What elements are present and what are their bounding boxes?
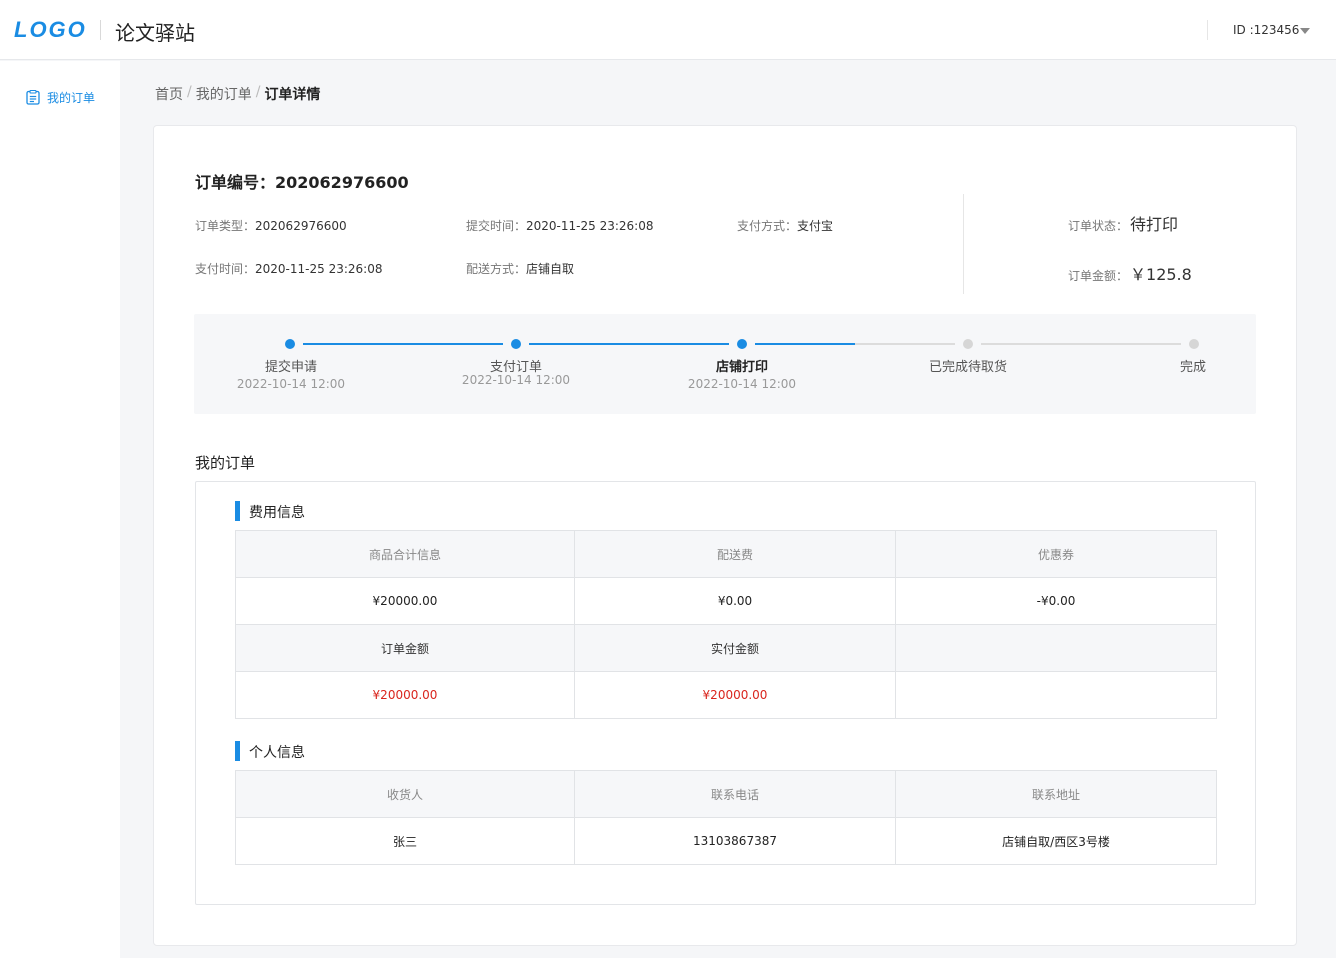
info-divider: [963, 194, 964, 294]
order-detail-card: 订单编号：202062976600 订单类型：202062976600 提交时间…: [153, 125, 1297, 946]
submit-time: 提交时间：2020-11-25 23:26:08: [466, 217, 653, 234]
order-number: 订单编号：202062976600: [195, 169, 409, 193]
table-header: 配送费: [574, 530, 896, 578]
breadcrumb-separator: /: [255, 84, 261, 100]
order-status-label: 订单状态：: [1068, 219, 1129, 233]
logo-divider: [100, 20, 101, 40]
table-cell: 13103867387: [574, 817, 896, 865]
step-label-await-pickup: 已完成待取货: [928, 360, 1008, 375]
pay-time-label: 支付时间：: [195, 262, 256, 276]
step-time-submit: 2022-10-14 12:00: [236, 377, 346, 391]
personal-info-title: 个人信息: [235, 741, 305, 762]
table-header: 订单金额: [235, 624, 575, 672]
table-row: ¥20000.00 ¥0.00 -¥0.00: [235, 577, 1217, 625]
submit-time-value: 2020-11-25 23:26:08: [526, 219, 654, 233]
table-row: 收货人 联系电话 联系地址: [235, 770, 1217, 818]
breadcrumb-my-orders[interactable]: 我的订单: [196, 84, 252, 104]
step-connector: [303, 343, 503, 345]
table-cell: ¥20000.00: [235, 671, 575, 719]
step-connector: [755, 343, 855, 345]
pay-method: 支付方式：支付宝: [737, 217, 833, 234]
step-dot: [1189, 339, 1199, 349]
breadcrumb-home[interactable]: 首页: [155, 84, 183, 104]
delivery-value: 店铺自取: [526, 262, 575, 276]
order-info-panel: 费用信息 商品合计信息 配送费 优惠券 ¥20000.00 ¥0.00 -¥0.…: [195, 481, 1256, 905]
order-type: 订单类型：202062976600: [195, 217, 347, 234]
fee-table: 商品合计信息 配送费 优惠券 ¥20000.00 ¥0.00 -¥0.00 订单…: [235, 530, 1217, 719]
pay-time-value: 2020-11-25 23:26:08: [255, 262, 383, 276]
table-header: 商品合计信息: [235, 530, 575, 578]
delivery-label: 配送方式：: [466, 262, 527, 276]
table-header: 收货人: [235, 770, 575, 818]
step-dot: [963, 339, 973, 349]
table-cell: ¥20000.00: [235, 577, 575, 625]
section-title: 我的订单: [195, 454, 256, 472]
table-header: [895, 624, 1217, 672]
order-amount-label: 订单金额：: [1068, 269, 1129, 283]
step-connector: [529, 343, 729, 345]
table-header: 实付金额: [574, 624, 896, 672]
order-amount-value: ￥125.8: [1130, 265, 1192, 284]
table-header: 联系地址: [895, 770, 1217, 818]
step-label-submit: 提交申请: [264, 360, 318, 375]
breadcrumb-separator: /: [187, 84, 192, 100]
table-header: 优惠券: [895, 530, 1217, 578]
order-list-icon: [26, 90, 40, 105]
site-title: 论文驿站: [115, 21, 195, 45]
table-cell: -¥0.00: [895, 577, 1217, 625]
logo[interactable]: LOGO: [14, 17, 87, 43]
table-row: ¥20000.00 ¥20000.00: [235, 671, 1217, 719]
order-type-value: 202062976600: [255, 219, 347, 233]
breadcrumb: 首页 / 我的订单 / 订单详情: [155, 84, 320, 104]
table-cell: 店铺自取/西区3号楼: [895, 817, 1217, 865]
pay-method-value: 支付宝: [797, 219, 834, 233]
submit-time-label: 提交时间：: [466, 219, 527, 233]
step-dot: [285, 339, 295, 349]
header-divider: [1207, 20, 1208, 40]
step-label-complete: 完成: [1179, 360, 1207, 375]
step-time-pay: 2022-10-14 12:00: [461, 373, 571, 387]
table-row: 张三 13103867387 店铺自取/西区3号楼: [235, 817, 1217, 865]
table-header: 联系电话: [574, 770, 896, 818]
table-cell: [895, 671, 1217, 719]
sidebar-item-label: 我的订单: [47, 91, 96, 105]
step-connector: [981, 343, 1181, 345]
order-progress-steps: 提交申请 支付订单 店铺打印 已完成待取货 完成 2022-10-14 12:0…: [194, 314, 1256, 414]
table-cell: 张三: [235, 817, 575, 865]
fee-info-title: 费用信息: [235, 501, 305, 522]
table-row: 订单金额 实付金额: [235, 624, 1217, 672]
step-dot: [511, 339, 521, 349]
order-status: 订单状态： 待打印: [1068, 211, 1178, 235]
top-header: LOGO 论文驿站 ID :123456: [0, 0, 1336, 60]
sidebar: 我的订单: [0, 61, 120, 958]
step-label-print: 店铺打印: [715, 360, 769, 375]
step-connector: [855, 343, 955, 345]
pay-method-label: 支付方式：: [737, 219, 798, 233]
chevron-down-icon[interactable]: [1300, 28, 1310, 34]
table-cell: ¥20000.00: [574, 671, 896, 719]
user-id[interactable]: ID :123456: [1233, 23, 1299, 37]
order-number-value: 202062976600: [275, 173, 409, 192]
delivery-method: 配送方式：店铺自取: [466, 260, 574, 277]
order-amount: 订单金额： ￥125.8: [1068, 261, 1192, 285]
sidebar-item-my-orders[interactable]: 我的订单: [26, 89, 95, 106]
step-dot: [737, 339, 747, 349]
personal-table: 收货人 联系电话 联系地址 张三 13103867387 店铺自取/西区3号楼: [235, 770, 1217, 865]
order-number-label: 订单编号：: [195, 173, 276, 192]
table-row: 商品合计信息 配送费 优惠券: [235, 530, 1217, 578]
order-status-value: 待打印: [1130, 215, 1179, 234]
pay-time: 支付时间：2020-11-25 23:26:08: [195, 260, 382, 277]
order-type-label: 订单类型：: [195, 219, 256, 233]
breadcrumb-current: 订单详情: [264, 87, 321, 103]
step-time-print: 2022-10-14 12:00: [687, 377, 797, 391]
table-cell: ¥0.00: [574, 577, 896, 625]
